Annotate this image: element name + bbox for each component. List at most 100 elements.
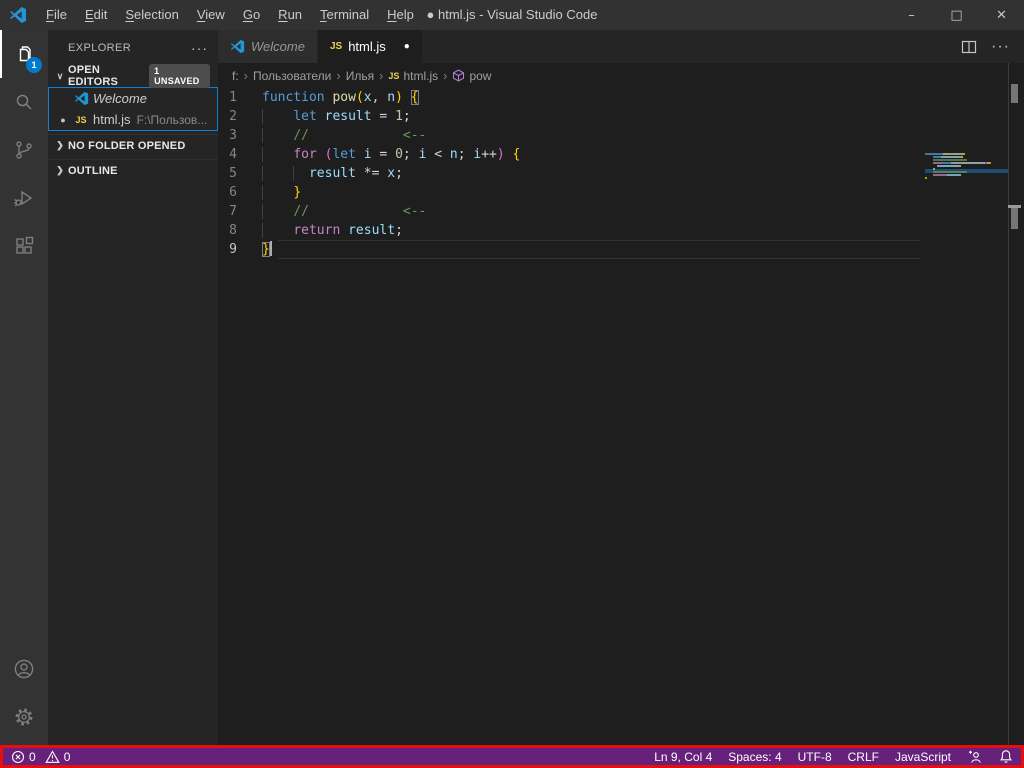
tab-welcome[interactable]: Welcome <box>218 30 317 63</box>
window-controls: – □ ✕ <box>889 0 1024 30</box>
gear-icon <box>12 705 36 729</box>
line-number: 3 <box>218 126 262 145</box>
open-editors-list: Welcome ● JS html.js F:\Пользов... <box>48 87 218 131</box>
explorer-badge: 1 <box>26 57 42 73</box>
open-editor-label: Welcome <box>93 91 147 106</box>
code-line[interactable]: 7 // <-- <box>218 202 1024 221</box>
code-line[interactable]: 9} <box>218 240 1024 259</box>
js-file-icon: JS <box>71 115 91 125</box>
line-number: 9 <box>218 240 262 259</box>
code-line[interactable]: 6 } <box>218 183 1024 202</box>
code-line[interactable]: 3 // <-- <box>218 126 1024 145</box>
open-editors-label: OPEN EDITORS <box>68 64 149 88</box>
error-count: 0 <box>29 750 36 764</box>
vscode-logo-icon <box>71 91 91 106</box>
activity-bar: 1 <box>0 30 48 745</box>
split-editor-icon[interactable] <box>961 39 977 55</box>
menu-view[interactable]: View <box>188 0 234 30</box>
maximize-button[interactable]: □ <box>934 0 979 30</box>
cursor-position[interactable]: Ln 9, Col 4 <box>654 750 712 764</box>
line-number: 2 <box>218 107 262 126</box>
vscode-logo-icon <box>9 6 27 24</box>
menu-bar: FileEditSelectionViewGoRunTerminalHelp <box>37 0 423 30</box>
modified-dot-icon[interactable]: ● <box>404 41 410 52</box>
breadcrumb-separator-icon: › <box>336 68 340 83</box>
search-icon <box>12 90 36 114</box>
indentation[interactable]: Spaces: 4 <box>728 750 781 764</box>
no-folder-opened-header[interactable]: ❯ NO FOLDER OPENED <box>48 134 218 156</box>
editor-group: Welcome JS html.js ● ··· f: › Пользователи… <box>218 30 1024 745</box>
code-line[interactable]: 8 return result; <box>218 221 1024 240</box>
extensions-icon <box>12 234 36 258</box>
code-line[interactable]: 1function pow(x, n) { <box>218 88 1024 107</box>
menu-run[interactable]: Run <box>269 0 311 30</box>
open-editor-welcome[interactable]: Welcome <box>49 88 217 109</box>
minimap[interactable] <box>925 146 1008 266</box>
breadcrumb-item[interactable]: Илья <box>346 69 374 83</box>
breadcrumb: f: › Пользователи › Илья › JShtml.js › pow <box>218 63 1024 88</box>
minimize-button[interactable]: – <box>889 0 934 30</box>
line-number: 6 <box>218 183 262 202</box>
settings-button[interactable] <box>0 693 48 741</box>
menu-help[interactable]: Help <box>378 0 423 30</box>
menu-go[interactable]: Go <box>234 0 269 30</box>
menu-file[interactable]: File <box>37 0 76 30</box>
menu-edit[interactable]: Edit <box>76 0 116 30</box>
modified-dot-icon[interactable]: ● <box>55 115 71 125</box>
line-number: 4 <box>218 145 262 164</box>
breadcrumb-item[interactable]: Пользователи <box>253 69 331 83</box>
tab-bar: Welcome JS html.js ● ··· <box>218 30 1024 63</box>
search-tab[interactable] <box>0 78 48 126</box>
sidebar-title: EXPLORER <box>68 42 131 54</box>
breadcrumb-separator-icon: › <box>244 68 248 83</box>
open-editor-label: html.js <box>93 112 131 127</box>
breadcrumb-item[interactable]: f: <box>232 69 239 83</box>
breadcrumb-item[interactable]: JShtml.js <box>388 69 438 83</box>
feedback-icon[interactable] <box>967 750 983 764</box>
problems-button[interactable]: 0 0 <box>11 750 70 764</box>
code-editor[interactable]: 1function pow(x, n) {2 let result = 1;3 … <box>218 88 1024 745</box>
open-editors-header[interactable]: ∨ OPEN EDITORS 1 UNSAVED <box>48 65 218 87</box>
outline-header[interactable]: ❯ OUTLINE <box>48 159 218 181</box>
menu-terminal[interactable]: Terminal <box>311 0 378 30</box>
code-line[interactable]: 5 result *= x; <box>218 164 1024 183</box>
language-mode[interactable]: JavaScript <box>895 750 951 764</box>
open-editor-htmljs[interactable]: ● JS html.js F:\Пользов... <box>49 109 217 130</box>
code-line[interactable]: 2 let result = 1; <box>218 107 1024 126</box>
editor-actions: ··· <box>961 30 1024 63</box>
open-editor-path: F:\Пользов... <box>137 113 208 127</box>
error-icon <box>11 750 25 764</box>
sidebar-more-actions[interactable]: ··· <box>191 40 208 56</box>
close-button[interactable]: ✕ <box>979 0 1024 30</box>
encoding[interactable]: UTF-8 <box>798 750 832 764</box>
code-line[interactable]: 4 for (let i = 0; i < n; i++) { <box>218 145 1024 164</box>
line-number: 5 <box>218 164 262 183</box>
line-number: 1 <box>218 88 262 107</box>
symbol-cube-icon <box>452 69 465 82</box>
menu-selection[interactable]: Selection <box>116 0 187 30</box>
line-number: 8 <box>218 221 262 240</box>
source-control-tab[interactable] <box>0 126 48 174</box>
explorer-sidebar: EXPLORER ··· ∨ OPEN EDITORS 1 UNSAVED We… <box>48 30 218 745</box>
extensions-tab[interactable] <box>0 222 48 270</box>
run-and-debug-tab[interactable] <box>0 174 48 222</box>
tab-htmljs[interactable]: JS html.js ● <box>318 30 422 63</box>
breadcrumb-separator-icon: › <box>443 68 447 83</box>
eol-sequence[interactable]: CRLF <box>848 750 879 764</box>
vscode-logo-icon <box>230 39 245 54</box>
more-actions-icon[interactable]: ··· <box>991 38 1010 56</box>
breadcrumb-item[interactable]: pow <box>452 69 491 83</box>
chevron-right-icon: ❯ <box>52 165 68 176</box>
notifications-bell-icon[interactable] <box>999 749 1013 764</box>
unsaved-badge: 1 UNSAVED <box>149 64 210 88</box>
window-title: ● html.js - Visual Studio Code <box>427 0 598 30</box>
line-number: 7 <box>218 202 262 221</box>
warning-icon <box>45 750 60 764</box>
explorer-tab[interactable]: 1 <box>0 30 48 78</box>
breadcrumb-separator-icon: › <box>379 68 383 83</box>
js-file-icon: JS <box>330 41 342 52</box>
accounts-button[interactable] <box>0 645 48 693</box>
title-bar: FileEditSelectionViewGoRunTerminalHelp ●… <box>0 0 1024 30</box>
chevron-right-icon: ❯ <box>52 140 68 151</box>
js-file-icon: JS <box>388 71 399 81</box>
